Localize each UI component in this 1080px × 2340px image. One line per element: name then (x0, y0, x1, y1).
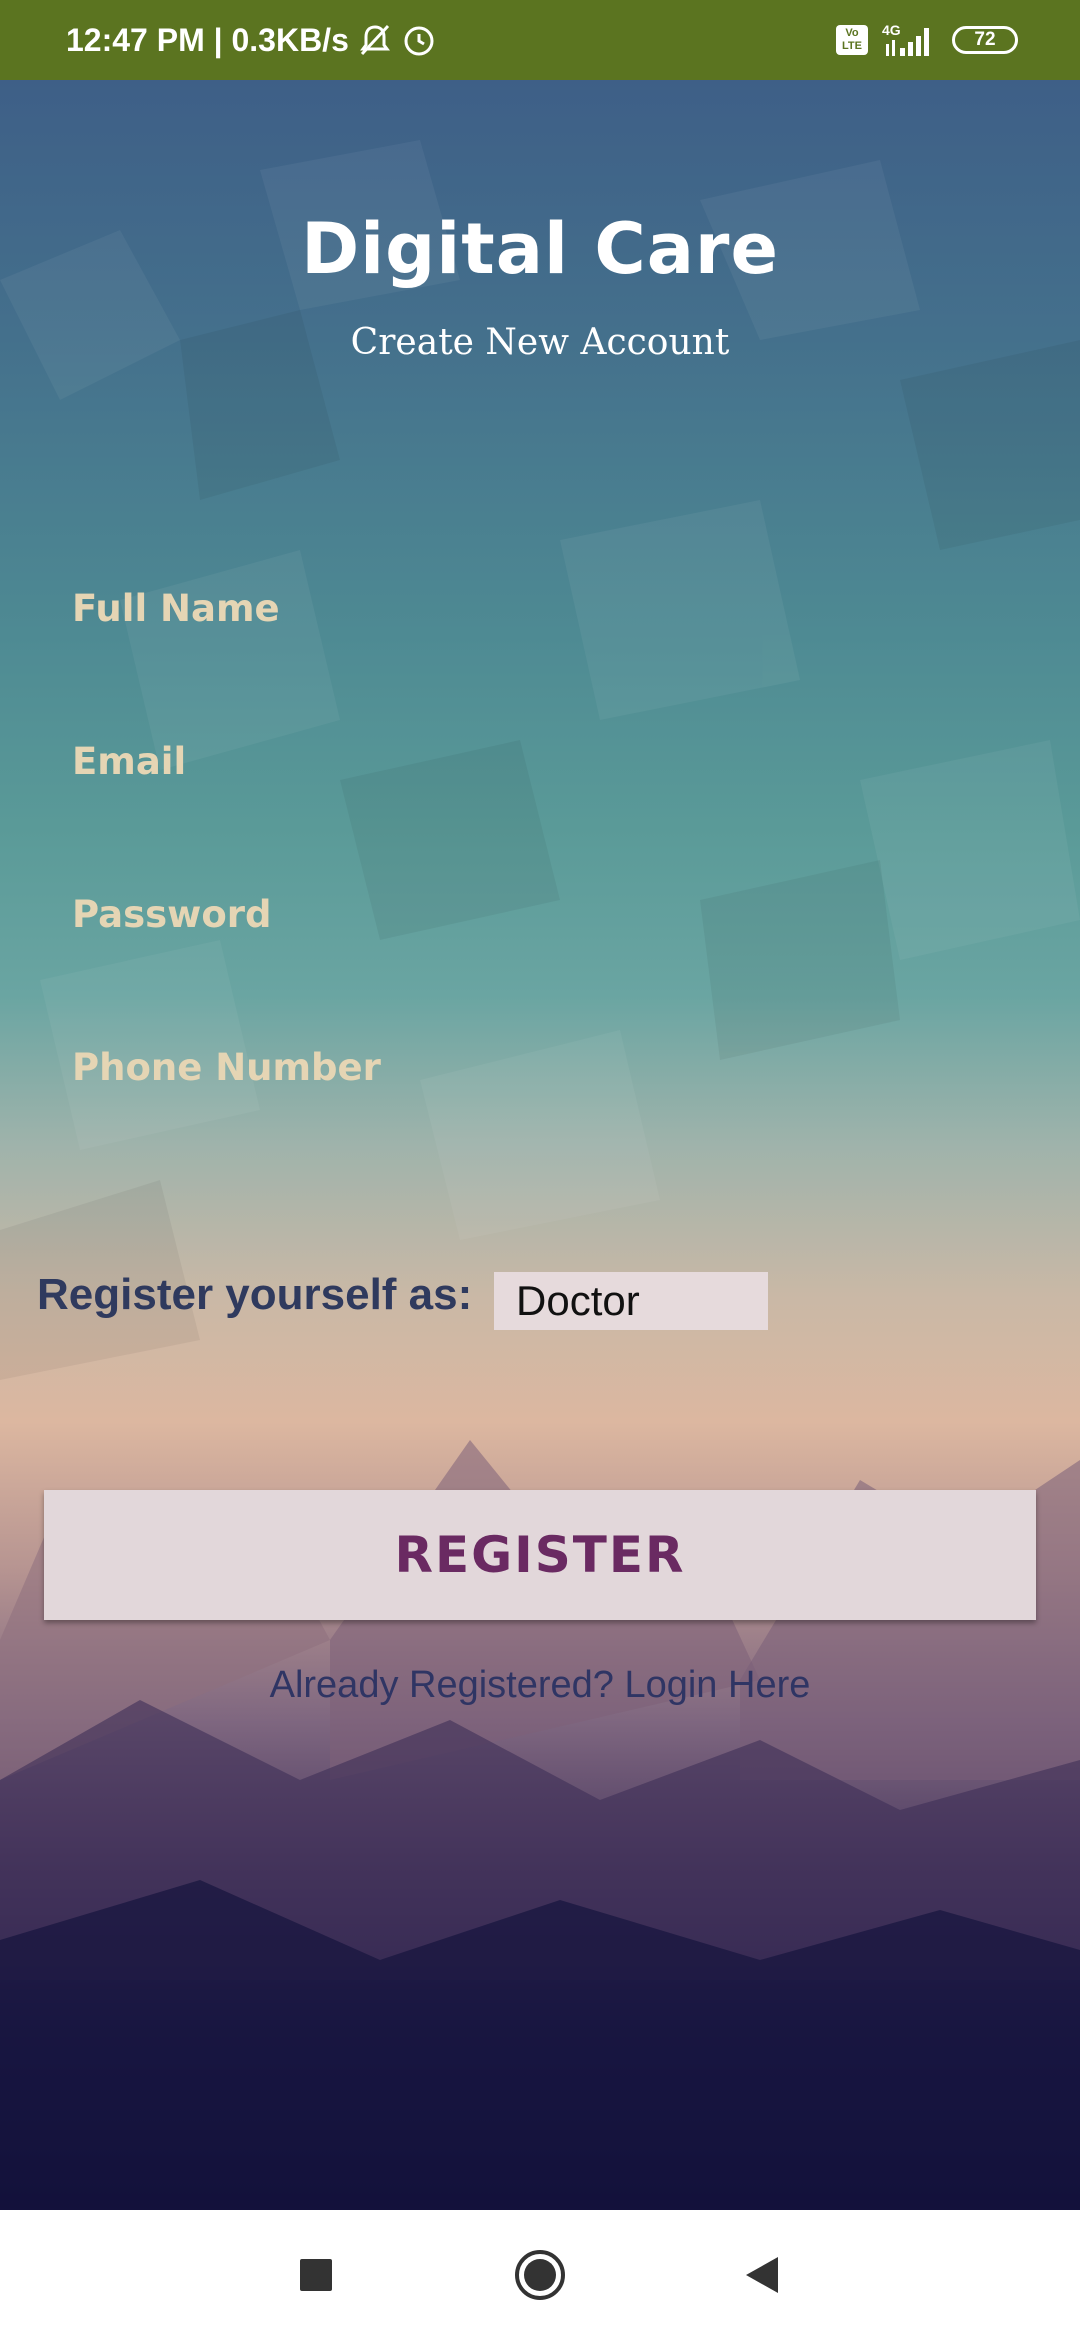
back-button[interactable] (712, 2210, 812, 2340)
status-left: 12:47 PM | 0.3KB/s (66, 0, 437, 80)
email-input[interactable] (72, 716, 1012, 806)
phone-number-input[interactable] (72, 1022, 1012, 1112)
page-subtitle: Create New Account (350, 322, 730, 363)
status-time: 12:47 PM | 0.3KB/s (66, 21, 349, 58)
circle-icon (515, 2250, 565, 2300)
low-poly-background (0, 140, 1080, 2210)
app-title: Digital Care (301, 208, 779, 290)
home-button[interactable] (490, 2210, 590, 2340)
status-right: Vo LTE 4G 72 (836, 0, 1018, 80)
square-icon (300, 2259, 332, 2291)
navigation-bar (0, 2210, 1080, 2340)
register-button[interactable]: REGISTER (44, 1490, 1036, 1620)
register-screen: 12:47 PM | 0.3KB/s Vo LTE 4G 72 Digital … (0, 0, 1080, 2340)
volte-icon: Vo LTE (836, 25, 868, 55)
muted-bell-icon (357, 22, 393, 58)
signal-icon: 4G (882, 22, 938, 58)
background (0, 80, 1080, 2210)
status-bar: 12:47 PM | 0.3KB/s Vo LTE 4G 72 (0, 0, 1080, 80)
role-dropdown[interactable]: Doctor (494, 1272, 768, 1330)
login-link[interactable]: Already Registered? Login Here (0, 1664, 1080, 1707)
full-name-input[interactable] (72, 563, 1012, 653)
password-input[interactable] (72, 869, 1012, 959)
triangle-back-icon (746, 2257, 778, 2293)
battery-icon: 72 (952, 26, 1018, 54)
role-label: Register yourself as: (37, 1270, 473, 1319)
alarm-icon (401, 22, 437, 58)
recents-button[interactable] (266, 2210, 366, 2340)
